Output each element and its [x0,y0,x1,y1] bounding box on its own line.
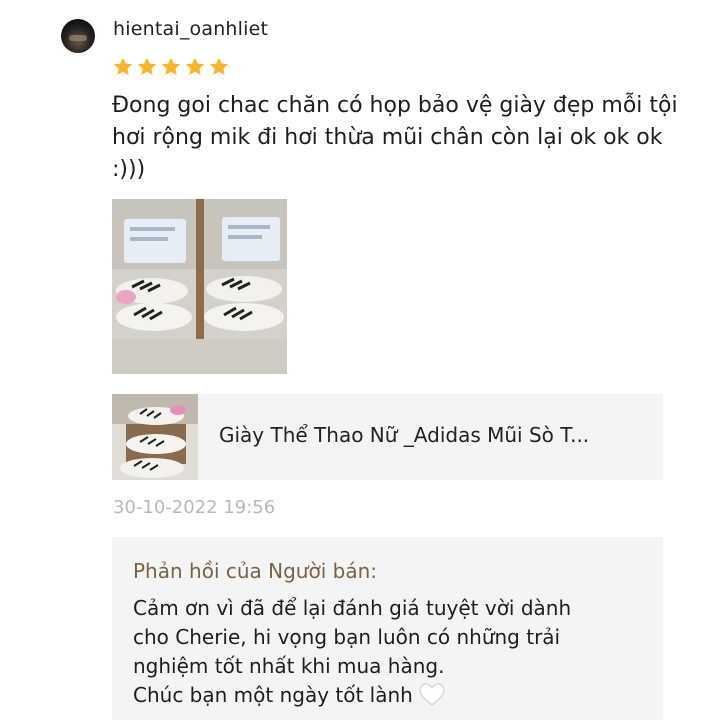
star-icon [113,57,133,75]
reviewer-username[interactable]: hientai_oanhliet [113,18,268,40]
review-timestamp: 30-10-2022 19:56 [113,497,276,518]
seller-reply-line: cho Cherie, hi vọng bạn luôn có những tr… [133,625,561,649]
white-heart-icon [419,683,445,706]
reviewer-avatar[interactable] [61,19,95,53]
seller-reply-box: Phản hồi của Người bán: Cảm ơn vì đã để … [112,537,663,720]
star-icon [161,57,181,75]
review-photo[interactable] [112,199,287,374]
seller-reply-line: nghiệm tốt nhất khi mua hàng. [133,654,445,678]
seller-reply-title: Phản hồi của Người bán: [133,559,377,583]
seller-reply-last-line: Chúc bạn một ngày tốt lành [133,681,653,710]
product-thumbnail[interactable] [112,394,198,480]
star-icon [137,57,157,75]
star-icon [209,57,229,75]
seller-reply-body: Cảm ơn vì đã để lại đánh giá tuyệt vời d… [133,594,653,710]
star-icon [185,57,205,75]
seller-reply-line: Chúc bạn một ngày tốt lành [133,683,413,707]
product-card[interactable]: Giày Thể Thao Nữ _Adidas Mũi Sò T... [112,394,663,480]
review-comment: Đong goi chac chăn có họp bảo vệ giày đẹ… [112,93,678,182]
rating-stars [112,56,230,78]
seller-reply-line: Cảm ơn vì đã để lại đánh giá tuyệt vời d… [133,596,572,620]
product-name[interactable]: Giày Thể Thao Nữ _Adidas Mũi Sò T... [219,423,589,447]
